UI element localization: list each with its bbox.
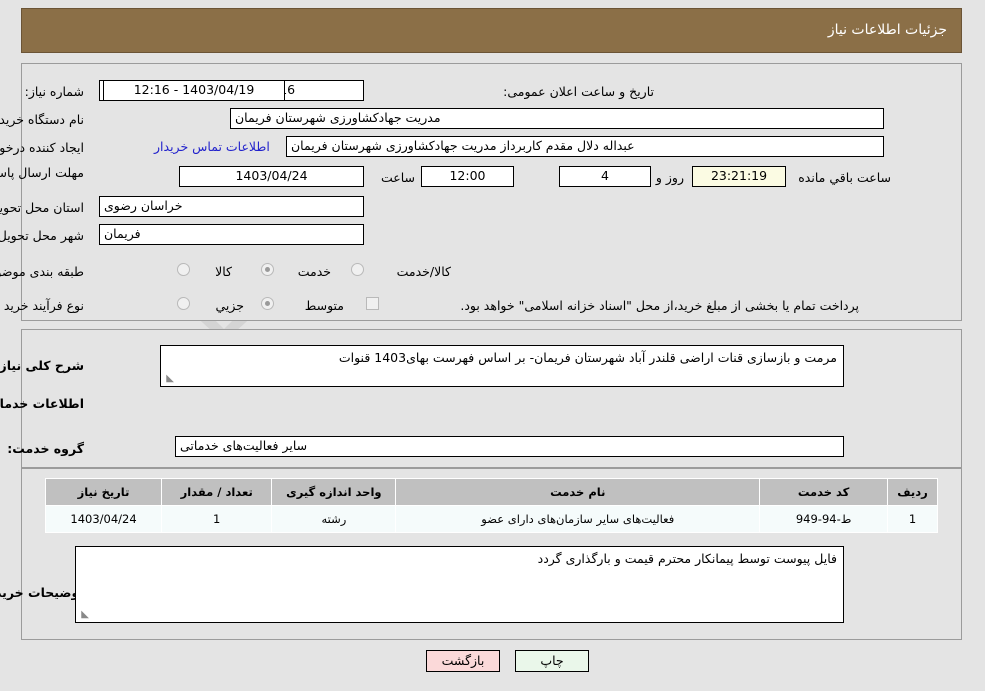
resize-handle-icon[interactable]: ◣ [165,374,175,384]
treasury-checkbox-label: پرداخت تمام یا بخشی از مبلغ خرید،از محل … [461,298,860,313]
buyer-org-label: نام دستگاه خریدار: [0,112,85,127]
general-description-label: شرح کلی نیاز: [0,358,85,373]
td-row-no: 1 [888,505,939,533]
td-unit: رشته [272,505,398,533]
buyer-notes-field[interactable]: فایل پیوست توسط پیمانکار محترم قیمت و با… [76,546,845,623]
radio-category-service[interactable] [262,263,275,276]
td-service-code: ط-94-949 [760,505,890,533]
service-items-table: ردیف کد خدمت نام خدمت واحد اندازه گیری ت… [45,478,939,533]
deadline-hour-label: ساعت [381,170,416,185]
page-header: جزئیات اطلاعات نیاز [22,8,963,53]
remaining-days-field[interactable]: 4 [560,166,652,187]
resize-handle-icon-2[interactable]: ◣ [80,610,90,620]
province-field[interactable]: خراسان رضوی [100,196,365,217]
need-info-panel [22,63,963,321]
service-group-label: گروه خدمت: [8,441,85,456]
remaining-time-field: 23:21:19 [693,166,787,187]
radio-category-goods-label: کالا [216,264,233,279]
radio-category-goods-service-label: کالا/خدمت [397,264,452,279]
treasury-checkbox[interactable] [367,297,380,310]
td-service-name: فعالیت‌های سایر سازمان‌های دارای عضو [396,505,762,533]
deadline-date-field[interactable]: 1403/04/24 [180,166,365,187]
remaining-time-label: ساعت باقي مانده [799,170,892,185]
deadline-label: مهلت ارسال پاسخ: تا تاریخ: [0,165,85,180]
th-unit: واحد اندازه گیری [272,478,398,506]
buyer-notes-text: فایل پیوست توسط پیمانکار محترم قیمت و با… [538,551,838,566]
td-quantity: 1 [162,505,274,533]
radio-category-goods[interactable] [178,263,191,276]
radio-process-medium[interactable] [262,297,275,310]
category-label: طبقه بندی موضوعی: [0,264,85,279]
general-description-text: مرمت و بازسازی قنات اراضی قلندر آباد شهر… [339,350,838,365]
table-header-row: ردیف کد خدمت نام خدمت واحد اندازه گیری ت… [45,478,939,506]
radio-category-service-label: خدمت [298,264,332,279]
back-button[interactable]: بازگشت [427,650,501,672]
buyer-org-field[interactable]: مدریت جهادکشاورزی شهرستان فریمان [231,108,885,129]
table-row: 1 ط-94-949 فعالیت‌های سایر سازمان‌های دا… [45,505,939,533]
radio-process-minor[interactable] [178,297,191,310]
print-button[interactable]: چاپ [516,650,590,672]
service-group-field[interactable]: سایر فعالیت‌های خدماتی [176,436,845,457]
city-label: شهر محل تحویل: [0,228,85,243]
general-description-field[interactable]: مرمت و بازسازی قنات اراضی قلندر آباد شهر… [161,345,845,387]
buyer-contact-link[interactable]: اطلاعات تماس خریدار [155,139,271,154]
requester-label: ایجاد کننده درخواست: [0,140,85,155]
announce-datetime-field[interactable]: 1403/04/19 - 12:16 [104,80,286,101]
td-need-date: 1403/04/24 [45,505,164,533]
remaining-days-label: روز و [656,170,685,185]
th-quantity: تعداد / مقدار [162,478,274,506]
page-title: جزئیات اطلاعات نیاز [828,22,948,38]
need-number-label: شماره نیاز: [25,84,85,99]
radio-process-medium-label: متوسط [305,298,345,313]
province-label: استان محل تحویل: [0,200,85,215]
radio-process-minor-label: جزیي [216,298,245,313]
th-service-name: نام خدمت [396,478,762,506]
announce-datetime-label: تاریخ و ساعت اعلان عمومی: [504,84,655,99]
th-service-code: کد خدمت [760,478,890,506]
radio-category-goods-service[interactable] [352,263,365,276]
process-type-label: نوع فرآیند خرید : [0,298,85,313]
buyer-notes-label: توضیحات خریدار: [0,585,85,600]
deadline-hour-field[interactable]: 12:00 [422,166,515,187]
city-field[interactable]: فریمان [100,224,365,245]
requester-field[interactable]: عبداله دلال مقدم کاربرداز مدریت جهادکشاو… [287,136,885,157]
service-section-title: اطلاعات خدمات مورد نیاز [0,396,85,411]
th-need-date: تاریخ نیاز [45,478,164,506]
page-root: AriaTender.net جزئیات اطلاعات نیاز شماره… [0,0,985,691]
th-row-no: ردیف [888,478,939,506]
